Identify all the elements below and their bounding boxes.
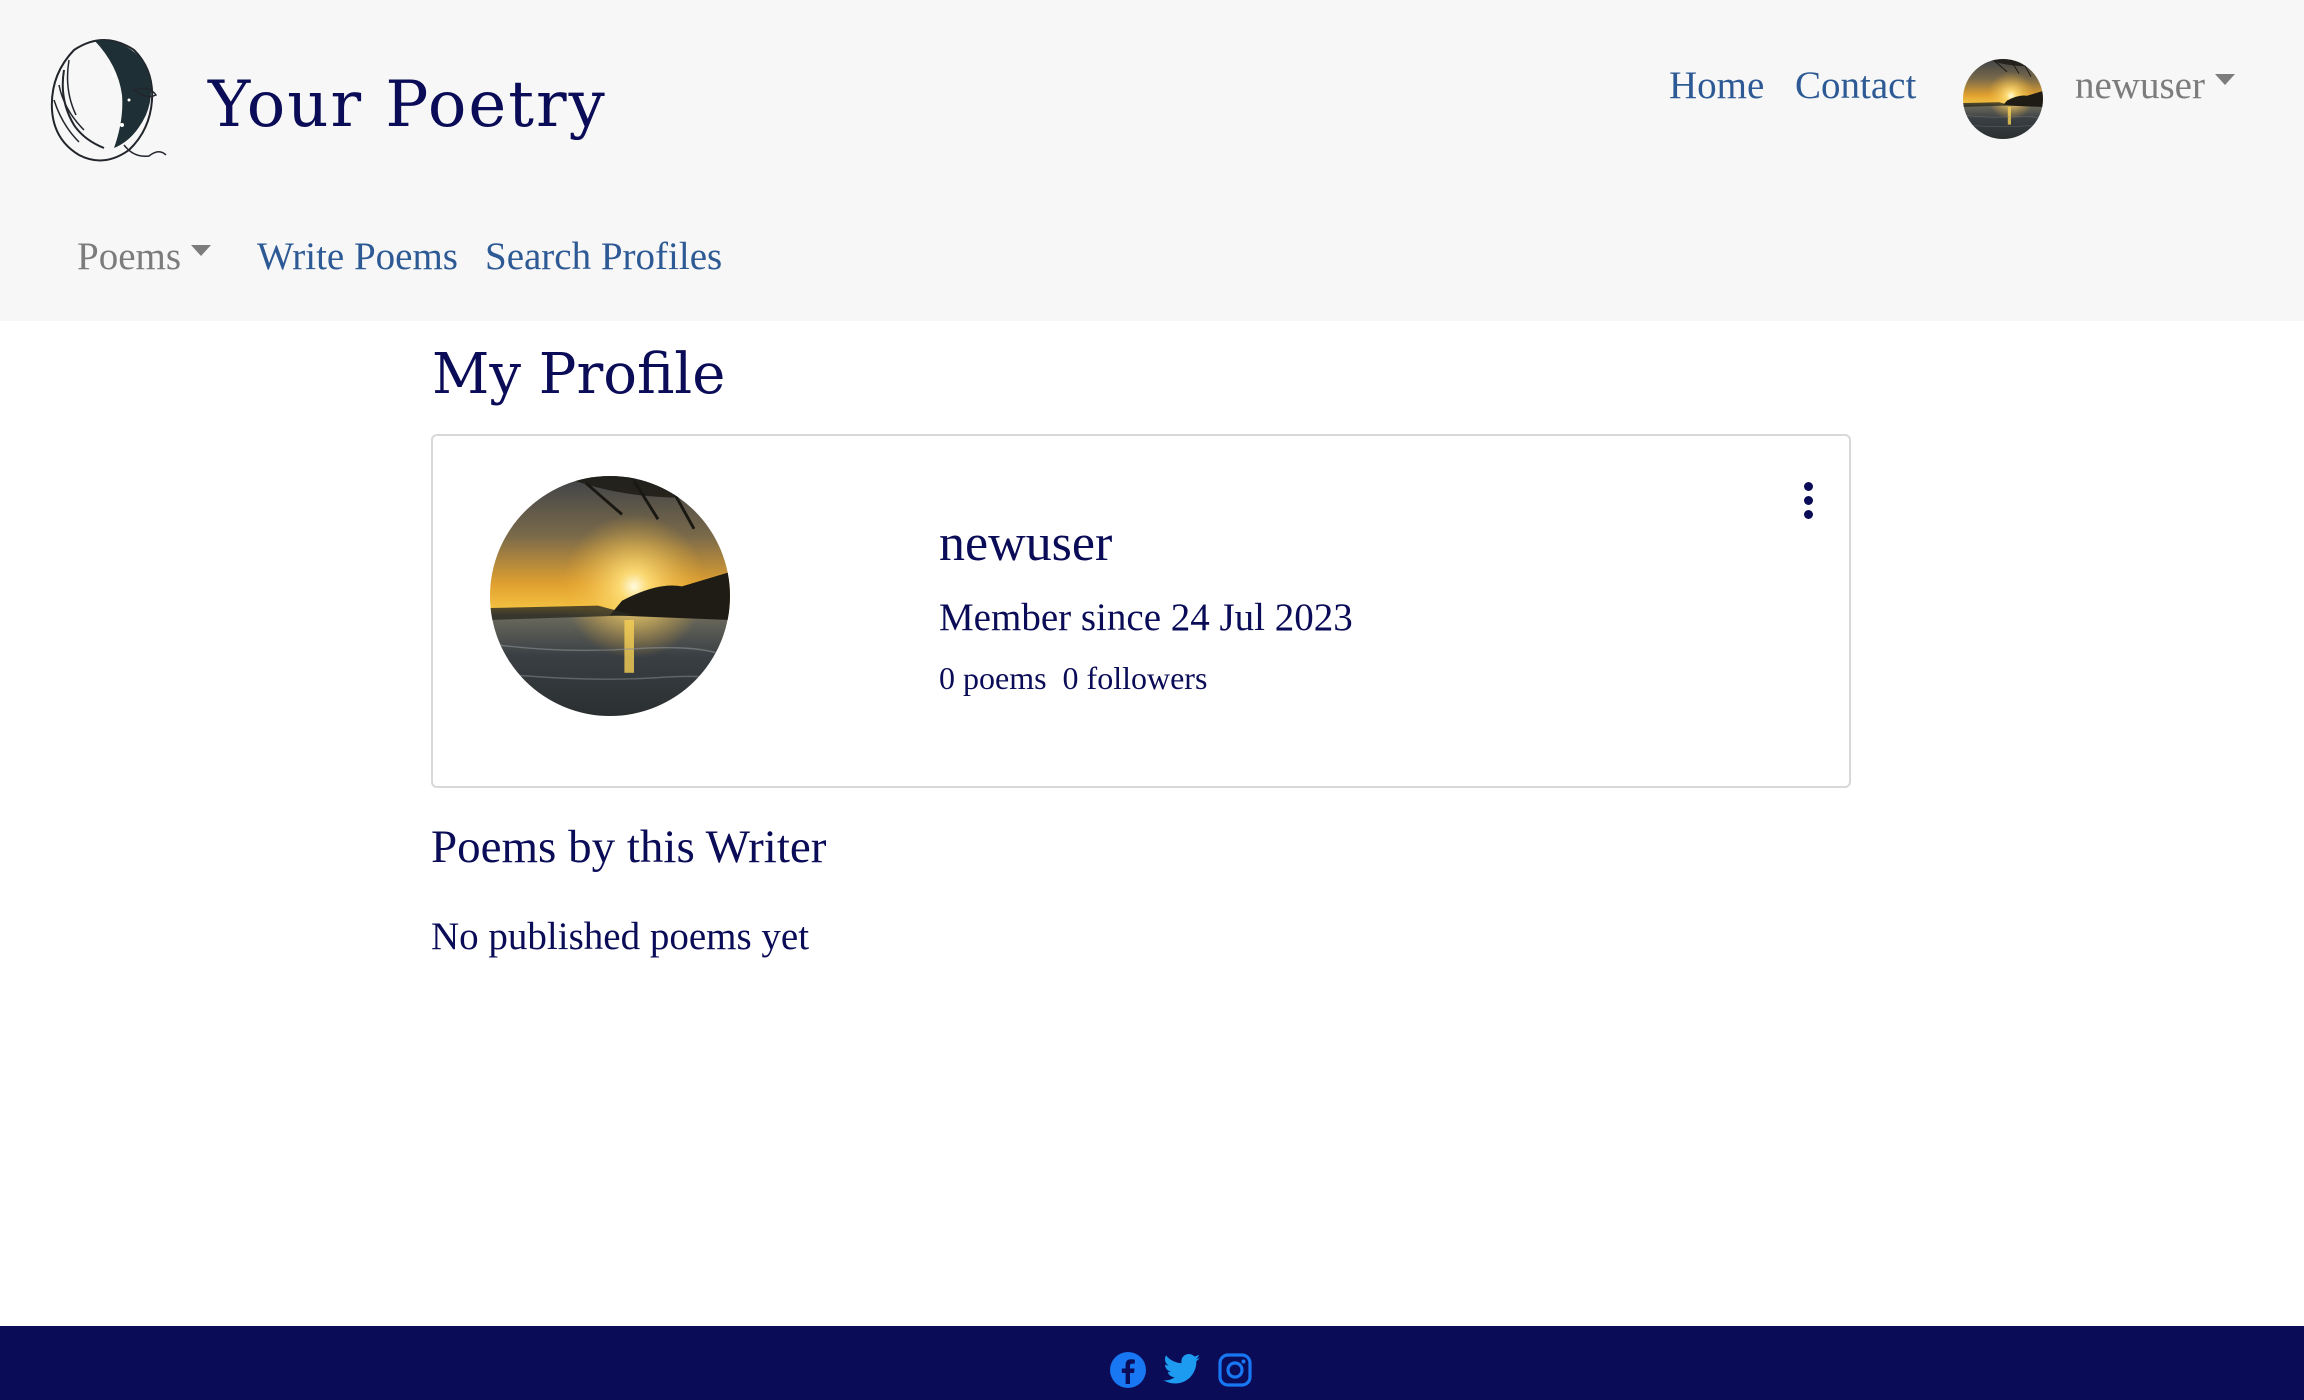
nav-contact-link[interactable]: Contact bbox=[1795, 63, 1916, 108]
profile-avatar bbox=[490, 476, 730, 716]
user-avatar[interactable] bbox=[1963, 59, 2043, 139]
profile-stats: 0 poems 0 followers bbox=[939, 660, 1207, 697]
nav-search-profiles-link[interactable]: Search Profiles bbox=[485, 234, 722, 279]
profile-username: newuser bbox=[939, 515, 1113, 572]
nav-home-link[interactable]: Home bbox=[1669, 63, 1764, 108]
user-menu-dropdown[interactable]: newuser bbox=[2075, 63, 2235, 108]
member-since: Member since 24 Jul 2023 bbox=[939, 596, 1353, 639]
poet-face-logo-icon[interactable] bbox=[34, 30, 176, 168]
site-title[interactable]: Your Poetry bbox=[208, 68, 607, 142]
poems-dropdown-label: Poems bbox=[77, 235, 182, 278]
caret-down-icon bbox=[191, 244, 212, 256]
nav-write-poems-link[interactable]: Write Poems bbox=[257, 234, 458, 279]
poems-section-title: Poems by this Writer bbox=[431, 821, 827, 873]
site-footer bbox=[0, 1326, 2304, 1400]
facebook-icon[interactable] bbox=[1108, 1350, 1148, 1390]
profile-card: newuser Member since 24 Jul 2023 0 poems… bbox=[431, 434, 1851, 788]
empty-poems-message: No published poems yet bbox=[431, 915, 810, 958]
site-header: Your Poetry Home Contact newuser Poems W… bbox=[0, 0, 2304, 321]
more-options-icon[interactable] bbox=[1797, 482, 1819, 524]
instagram-icon[interactable] bbox=[1215, 1350, 1255, 1390]
poems-dropdown[interactable]: Poems bbox=[77, 234, 212, 279]
poems-count: 0 poems bbox=[939, 660, 1047, 696]
caret-down-icon bbox=[2214, 73, 2235, 85]
user-menu-label: newuser bbox=[2075, 64, 2205, 107]
page-title: My Profile bbox=[432, 342, 726, 407]
followers-count: 0 followers bbox=[1062, 660, 1208, 696]
twitter-icon[interactable] bbox=[1162, 1350, 1202, 1390]
